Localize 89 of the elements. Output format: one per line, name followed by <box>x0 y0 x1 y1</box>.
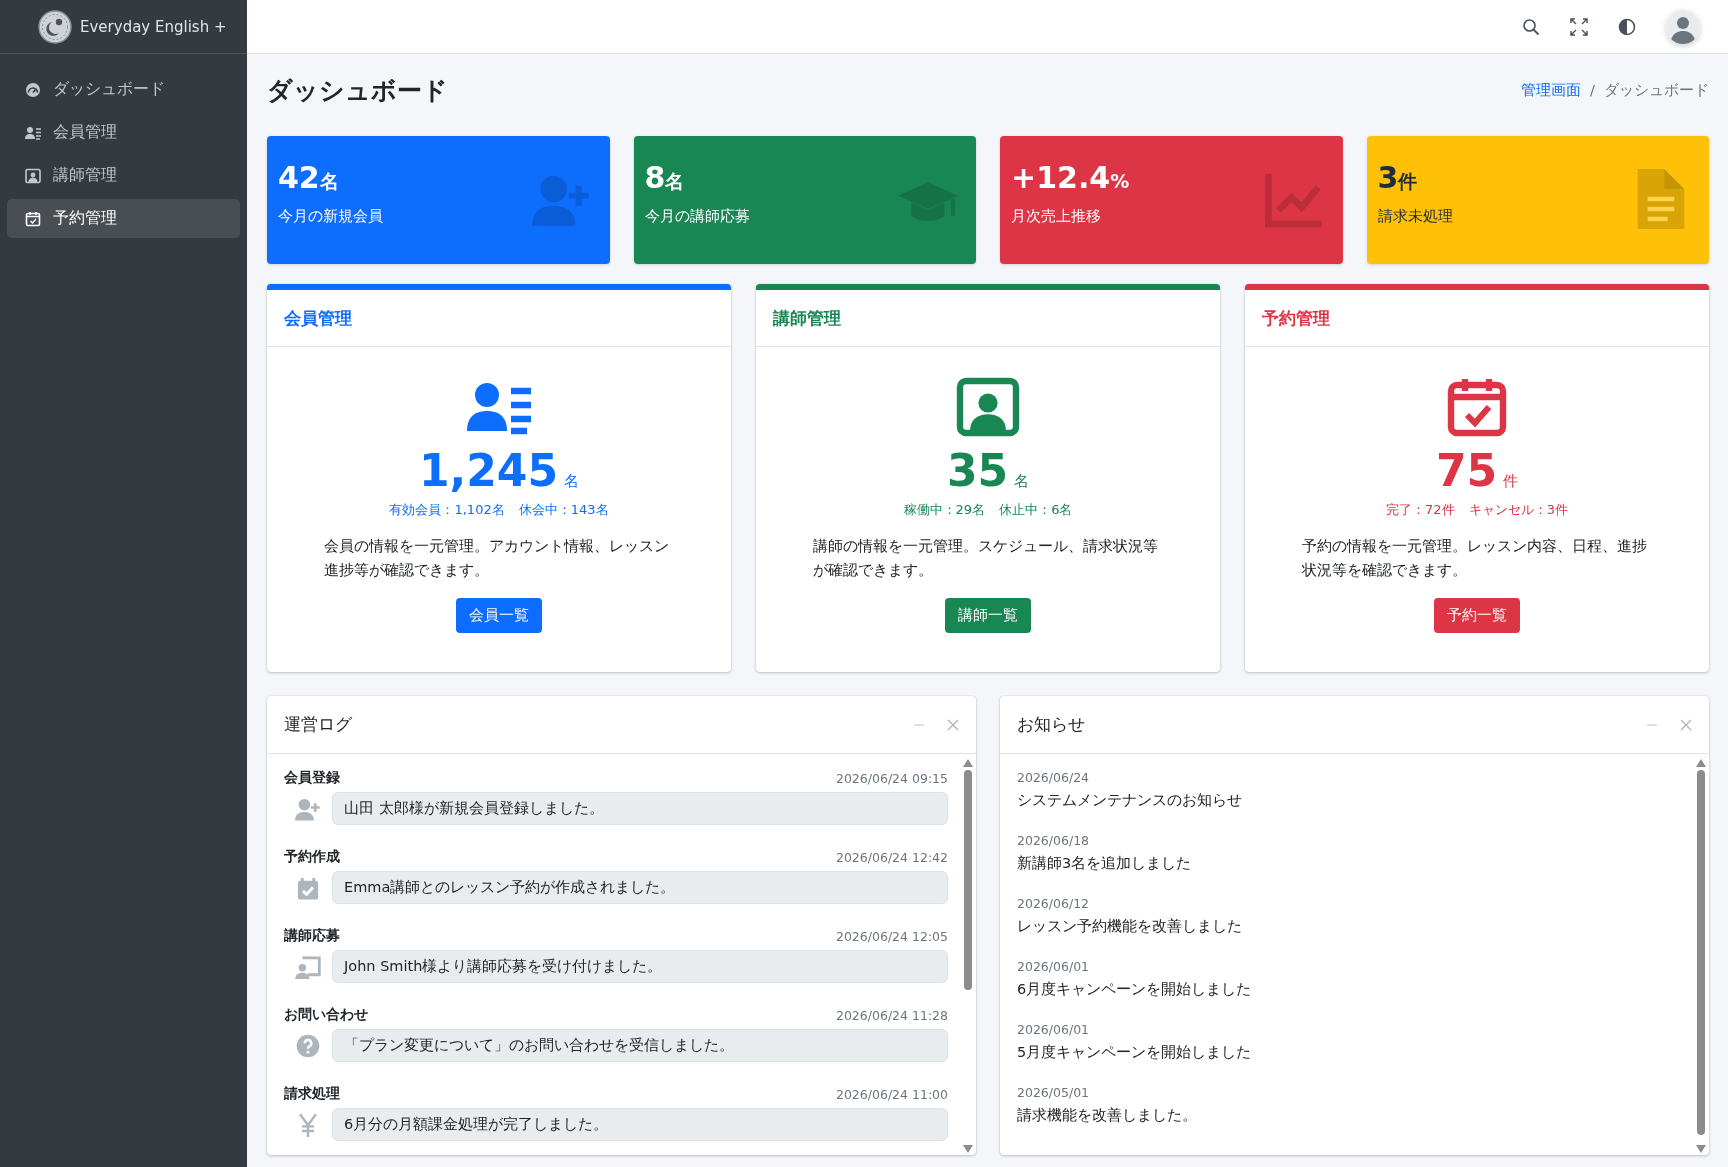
theme-button[interactable] <box>1618 17 1636 36</box>
log-category: 請求処理 <box>284 1085 340 1103</box>
log-time: 2026/06/24 11:28 <box>835 1007 948 1023</box>
log-time: 2026/06/24 11:00 <box>835 1086 948 1102</box>
stat-value: +12.4% <box>1011 160 1130 195</box>
notice-date: 2026/05/01 <box>1017 1084 1090 1102</box>
log-time: 2026/06/24 09:15 <box>835 770 948 786</box>
close-icon <box>947 718 959 731</box>
sidebar-item[interactable]: 講師管理 <box>7 156 240 195</box>
scroll-down-icon[interactable] <box>963 1145 973 1153</box>
fullscreen-icon <box>1570 17 1588 36</box>
stat-value: 8名 <box>644 160 685 195</box>
close-icon <box>1680 718 1692 731</box>
card-description: 講師の情報を一元管理。スケジュール、請求状況等が確認できます。 <box>813 537 1159 580</box>
question-icon <box>295 1033 321 1058</box>
search-icon <box>1522 17 1540 36</box>
log-category: お問い合わせ <box>284 1006 368 1024</box>
avatar-icon[interactable] <box>1666 9 1700 44</box>
stat-value: 42名 <box>278 160 339 195</box>
count-value: 35 名 <box>946 447 1030 496</box>
notice-title[interactable]: システムメンテナンスのお知らせ <box>1017 791 1242 810</box>
log-time: 2026/06/24 12:42 <box>835 849 948 865</box>
log-message: 「プラン変更について」のお問い合わせを受信しました。 <box>332 1029 948 1062</box>
count-value: 75 件 <box>1435 447 1519 496</box>
scroll-up-icon[interactable] <box>963 759 973 767</box>
scroll-thumb[interactable] <box>964 770 972 990</box>
calendar-check-icon <box>295 875 321 900</box>
breadcrumb-link[interactable]: 管理画面 <box>1521 80 1582 100</box>
scroll-down-icon[interactable] <box>1696 1145 1706 1153</box>
notice-title[interactable]: レッスン予約機能を改善しました <box>1017 917 1242 936</box>
people-icon <box>25 124 41 141</box>
count-detail: 稼働中：29名 <box>903 501 986 520</box>
sidebar-item[interactable]: 会員管理 <box>7 113 240 152</box>
count-detail: キャンセル：3件 <box>1468 501 1568 520</box>
log-category: 講師応募 <box>284 927 340 945</box>
person-board-icon <box>25 167 41 184</box>
count-detail: 完了：72件 <box>1386 501 1455 520</box>
count-detail: 休会中：143名 <box>518 501 609 520</box>
calendar-icon <box>25 210 41 227</box>
log-message: John Smith様より講師応募を受け付けました。 <box>332 950 948 983</box>
card-title: 予約管理 <box>1262 306 1330 330</box>
stat-value: 3件 <box>1377 160 1418 195</box>
log-message: 6月分の月額課金処理が完了しました。 <box>332 1108 948 1141</box>
fullscreen-button[interactable] <box>1570 17 1588 36</box>
brand-name: Everyday English + <box>80 17 227 36</box>
stat-label: 請求未処理 <box>1377 207 1453 226</box>
panel-title: 運営ログ <box>284 713 353 736</box>
sidebar-item[interactable]: 予約管理 <box>7 199 240 238</box>
log-message: 山田 太郎様が新規会員登録しました。 <box>332 792 948 825</box>
card-description: 予約の情報を一元管理。レッスン内容、日程、進捗状況等を確認できます。 <box>1302 537 1648 580</box>
notice-title[interactable]: 新講師3名を追加しました <box>1017 854 1192 873</box>
logo-icon <box>38 9 72 44</box>
notice-title[interactable]: 5月度キャンペーンを開始しました <box>1017 1043 1252 1062</box>
list-button[interactable]: 会員一覧 <box>456 597 542 633</box>
list-button[interactable]: 講師一覧 <box>945 597 1031 633</box>
notice-date: 2026/06/01 <box>1017 958 1090 976</box>
user-plus-icon <box>295 796 321 821</box>
count-detail: 有効会員：1,102名 <box>389 501 505 520</box>
count-detail: 休止中：6名 <box>999 501 1073 520</box>
theme-icon <box>1618 17 1636 36</box>
count-value: 1,245 名 <box>418 447 580 496</box>
notice-date: 2026/06/01 <box>1017 1021 1090 1039</box>
gauge-icon <box>25 81 41 98</box>
card-description: 会員の情報を一元管理。アカウント情報、レッスン進捗等が確認できます。 <box>324 537 670 580</box>
log-category: 会員登録 <box>284 769 340 787</box>
breadcrumb-current: ダッシュボード <box>1604 80 1709 100</box>
scroll-thumb[interactable] <box>1697 770 1705 1135</box>
person-board-icon <box>956 375 1020 439</box>
stat-label: 月次売上推移 <box>1011 207 1101 226</box>
log-message: Emma講師とのレッスン予約が作成されました。 <box>332 871 948 904</box>
stat-label: 今月の講師応募 <box>644 207 750 226</box>
search-button[interactable] <box>1522 17 1540 36</box>
card-title: 講師管理 <box>773 306 841 330</box>
stat-label: 今月の新規会員 <box>278 207 383 226</box>
notice-date: 2026/06/24 <box>1017 769 1090 787</box>
notice-title[interactable]: 6月度キャンペーンを開始しました <box>1017 980 1252 999</box>
log-time: 2026/06/24 12:05 <box>835 928 948 944</box>
log-category: 予約作成 <box>284 848 340 866</box>
list-button[interactable]: 予約一覧 <box>1434 597 1520 633</box>
breadcrumb-separator: / <box>1590 82 1595 98</box>
notice-title[interactable]: 請求機能を改善しました。 <box>1017 1106 1197 1125</box>
person-board-icon <box>295 954 321 979</box>
notice-date: 2026/06/12 <box>1017 895 1090 913</box>
card-title: 会員管理 <box>284 306 352 330</box>
page-title: ダッシュボード <box>267 74 448 107</box>
sidebar-item[interactable]: ダッシュボード <box>7 70 240 109</box>
scroll-up-icon[interactable] <box>1696 759 1706 767</box>
notice-date: 2026/06/18 <box>1017 832 1090 850</box>
panel-title: お知らせ <box>1017 713 1086 736</box>
